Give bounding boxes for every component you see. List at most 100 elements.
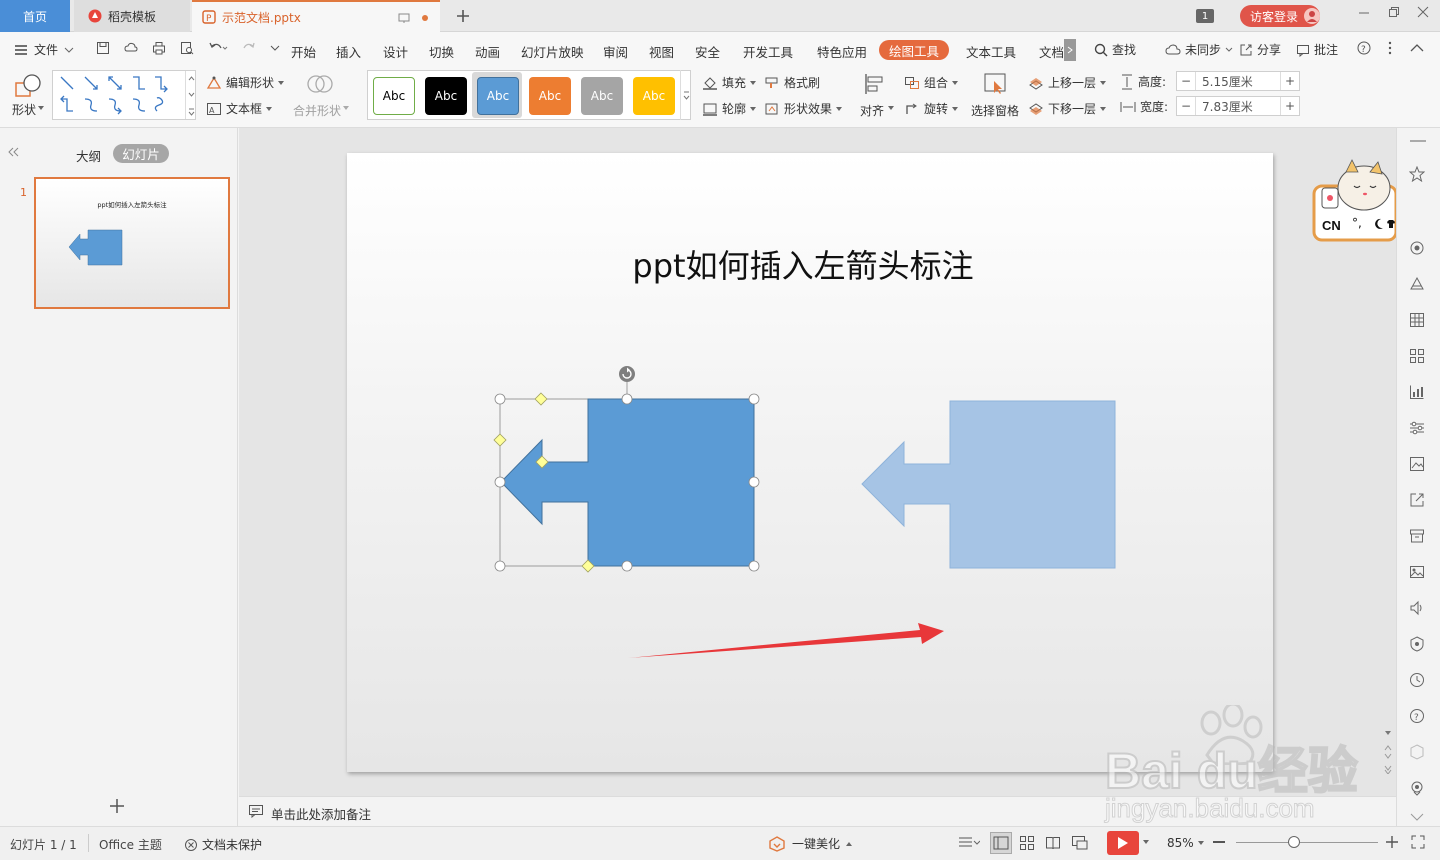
menu-animation[interactable]: 动画 (475, 42, 500, 61)
reading-view-icon[interactable] (1045, 835, 1061, 851)
left-arrow-callout-shape[interactable] (500, 398, 755, 567)
layout-grid-icon[interactable] (1409, 348, 1427, 366)
share-button[interactable]: 分享 (1239, 41, 1281, 58)
line-shapes-icon[interactable] (53, 71, 183, 119)
theme-name[interactable]: Office 主题 (99, 836, 162, 853)
ime-moon-icon[interactable] (1374, 218, 1384, 230)
ime-punct-icon[interactable]: °, (1352, 216, 1362, 230)
menu-drawing-tools[interactable]: 绘图工具 (879, 40, 949, 60)
tab-home[interactable]: 首页 (0, 0, 70, 32)
shape-layer-icon[interactable] (1409, 240, 1427, 258)
style-gallery-more-icon[interactable] (680, 70, 691, 120)
cube-icon[interactable] (1409, 744, 1427, 762)
search-button[interactable]: 查找 (1094, 41, 1136, 58)
height-value[interactable]: 5.15厘米 (1195, 72, 1281, 90)
scroll-down-arrows-icon[interactable] (1384, 730, 1392, 774)
collapse-ribbon-icon[interactable] (1410, 43, 1424, 53)
one-click-beautify-button[interactable]: 一键美化 (768, 835, 853, 852)
fill-style-icon[interactable] (1409, 276, 1427, 294)
slide-title[interactable]: ppt如何插入左箭头标注 (347, 241, 1259, 287)
undo-icon[interactable] (208, 41, 228, 55)
style-gray[interactable]: Abc (581, 77, 623, 115)
textbox-button[interactable]: A 文本框 (206, 100, 273, 117)
bring-forward-button[interactable]: 上移一层 (1028, 74, 1107, 91)
menu-special[interactable]: 特色应用 (817, 42, 867, 61)
help-icon[interactable]: ? (1357, 41, 1371, 55)
style-blue[interactable]: Abc (477, 77, 519, 115)
menu-view[interactable]: 视图 (649, 42, 674, 61)
edit-shape-button[interactable]: 编辑形状 (206, 74, 285, 91)
fit-window-icon[interactable] (1411, 835, 1425, 849)
presenter-view-icon[interactable] (1071, 835, 1089, 851)
window-count-badge[interactable]: 1 (1196, 9, 1214, 23)
add-slide-icon[interactable] (109, 798, 125, 814)
chart-icon[interactable] (1409, 384, 1427, 402)
zoom-out-button[interactable] (1213, 841, 1225, 843)
table-icon[interactable] (1409, 312, 1427, 330)
fill-button[interactable]: 填充 (702, 74, 757, 91)
sync-button[interactable]: 未同步 (1165, 41, 1233, 58)
location-icon[interactable] (1409, 780, 1427, 798)
align-icon[interactable] (863, 72, 887, 96)
notes-toggle-icon[interactable] (958, 836, 980, 850)
width-decrease-button[interactable]: − (1177, 99, 1195, 113)
history-icon[interactable] (1409, 672, 1427, 690)
tab-monitor-icon[interactable] (398, 12, 410, 24)
shield-icon[interactable] (1409, 636, 1427, 654)
slide-thumbnail[interactable]: ppt如何插入左箭头标注 (34, 177, 230, 309)
menu-start[interactable]: 开始 (291, 42, 316, 61)
height-input[interactable]: − 5.15厘米 + (1176, 71, 1300, 91)
audio-icon[interactable] (1409, 600, 1427, 618)
document-protection[interactable]: 文档未保护 (184, 836, 262, 853)
menu-security[interactable]: 安全 (695, 42, 720, 61)
format-painter-button[interactable]: 格式刷 (764, 74, 820, 91)
export-icon[interactable] (1409, 492, 1427, 510)
menu-text-tools[interactable]: 文本工具 (966, 42, 1016, 61)
restore-icon[interactable] (1388, 6, 1400, 18)
outline-tab[interactable]: 大纲 (76, 146, 101, 165)
zoom-in-icon[interactable] (1385, 835, 1399, 849)
picture-icon[interactable] (1409, 564, 1427, 582)
more-options-icon[interactable] (1387, 41, 1393, 55)
outline-button[interactable]: 轮廓 (702, 100, 757, 117)
archive-icon[interactable] (1409, 528, 1427, 546)
menu-doc[interactable]: 文档 (1039, 42, 1064, 61)
style-orange[interactable]: Abc (529, 77, 571, 115)
left-arrow-callout-faded[interactable] (858, 398, 1120, 572)
rotate-button[interactable]: 旋转 (904, 100, 959, 117)
width-input[interactable]: − 7.83厘米 + (1176, 96, 1300, 116)
redo-icon[interactable] (242, 41, 256, 55)
slide[interactable]: ppt如何插入左箭头标注 (347, 153, 1273, 772)
selection-pane-label[interactable]: 选择窗格 (971, 102, 1019, 119)
tab-template[interactable]: 稻壳模板 (74, 0, 190, 32)
guest-login-button[interactable]: 访客登录 (1240, 5, 1320, 27)
customize-toolbar-icon[interactable] (270, 43, 280, 53)
align-label[interactable]: 对齐 (860, 102, 884, 119)
width-value[interactable]: 7.83厘米 (1195, 97, 1281, 115)
print-icon[interactable] (152, 41, 166, 55)
zoom-slider-track[interactable] (1236, 842, 1378, 843)
merge-shape-icon[interactable] (306, 72, 334, 96)
menu-transition[interactable]: 切换 (429, 42, 454, 61)
notes-bar[interactable]: 单击此处添加备注 (239, 796, 1396, 826)
notes-placeholder[interactable]: 单击此处添加备注 (271, 804, 371, 823)
zoom-slider-thumb[interactable] (1288, 836, 1300, 848)
zoom-level-dropdown[interactable]: 85% (1167, 836, 1204, 850)
tab-document[interactable]: P 示范文档.pptx (192, 0, 440, 32)
settings-sliders-icon[interactable] (1409, 420, 1427, 438)
ime-language-label[interactable]: CN (1322, 218, 1341, 233)
menu-review[interactable]: 审阅 (603, 42, 628, 61)
menu-insert[interactable]: 插入 (336, 42, 361, 61)
file-menu[interactable]: 文件 (14, 41, 74, 58)
collapse-panel-icon[interactable] (7, 147, 19, 157)
help-circle-icon[interactable]: ? (1409, 708, 1427, 726)
cloud-save-icon[interactable] (124, 41, 138, 55)
menu-slideshow[interactable]: 幻灯片放映 (521, 42, 584, 61)
play-slideshow-button[interactable] (1107, 831, 1139, 855)
print-preview-icon[interactable] (180, 41, 194, 55)
selection-pane-icon[interactable] (983, 72, 1007, 96)
style-gold[interactable]: Abc (633, 77, 675, 115)
shape-button[interactable] (14, 73, 42, 102)
close-icon[interactable] (1417, 6, 1429, 18)
height-increase-button[interactable]: + (1281, 74, 1299, 88)
